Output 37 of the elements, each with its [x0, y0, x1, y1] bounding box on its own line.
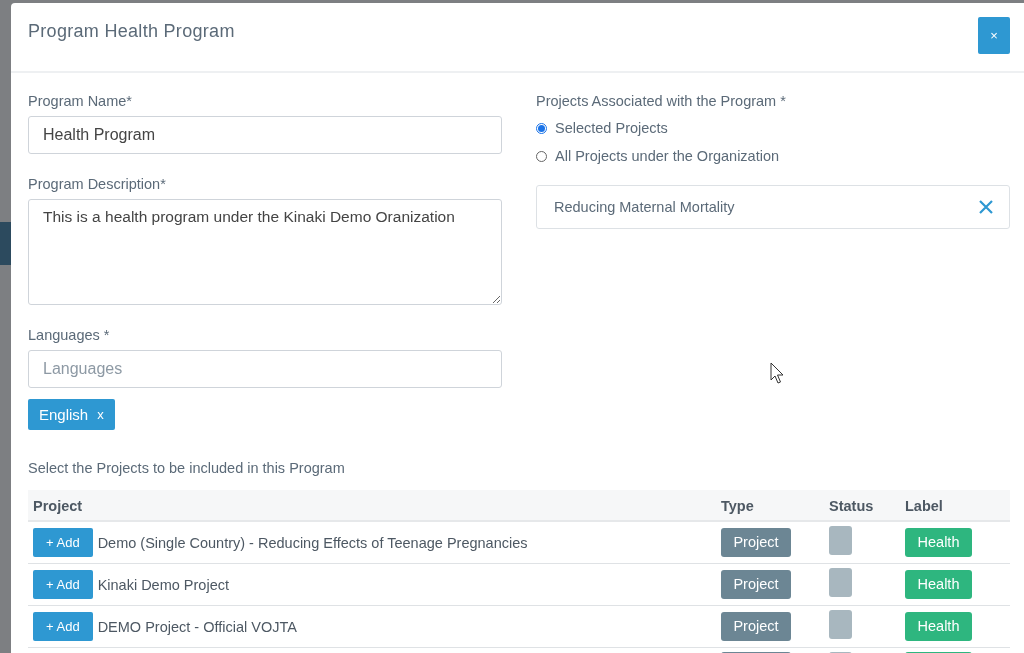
label-tag: Health: [905, 528, 972, 557]
mouse-cursor-icon: [770, 362, 784, 384]
add-button[interactable]: + Add: [33, 612, 93, 641]
status-indicator: [829, 526, 852, 555]
field-label: Projects Associated with the Program *: [536, 93, 787, 109]
label-tag: Health: [905, 612, 972, 641]
field-label: Program Name*: [28, 93, 133, 109]
modal-title: Program Health Program: [28, 21, 235, 42]
add-button[interactable]: + Add: [33, 570, 93, 599]
type-tag: Project: [721, 612, 791, 641]
status-indicator: [829, 568, 852, 597]
column-header: Project: [28, 490, 716, 521]
close-button[interactable]: ×: [978, 17, 1010, 54]
status-indicator: [829, 610, 852, 639]
languages-field[interactable]: Languages: [28, 350, 502, 388]
radio-label: All Projects under the Organization: [555, 148, 780, 164]
project-name: Kinaki Demo Project: [97, 576, 229, 593]
type-tag: Project: [721, 528, 791, 557]
close-icon[interactable]: [979, 200, 993, 214]
background-panel-strip: [0, 222, 11, 265]
remove-tag-button[interactable]: x: [97, 407, 104, 422]
project-name: Reducing Maternal Mortality: [554, 199, 735, 215]
type-tag: Project: [721, 570, 791, 599]
column-header: Label: [900, 490, 1010, 521]
language-tag[interactable]: English x: [28, 399, 115, 430]
field-label: Languages *: [28, 327, 111, 343]
column-header: Type: [716, 490, 824, 521]
section-caption: Select the Projects to be included in this Program: [28, 460, 346, 476]
label-tag: Health: [905, 570, 972, 599]
project-name: DEMO Project - Official VOJTA: [97, 618, 297, 635]
field-label: Program Description*: [28, 176, 167, 192]
description-field[interactable]: This is a health program under the Kinaki Demo Oranization: [28, 199, 502, 305]
radio-label: Selected Projects: [555, 120, 668, 136]
column-header: Status: [824, 490, 900, 521]
program-name-field[interactable]: Health Program: [28, 116, 502, 154]
add-button[interactable]: + Add: [33, 528, 93, 557]
project-name: Demo (Single Country) - Reducing Effects of Teenage Pregnancies: [97, 534, 528, 551]
